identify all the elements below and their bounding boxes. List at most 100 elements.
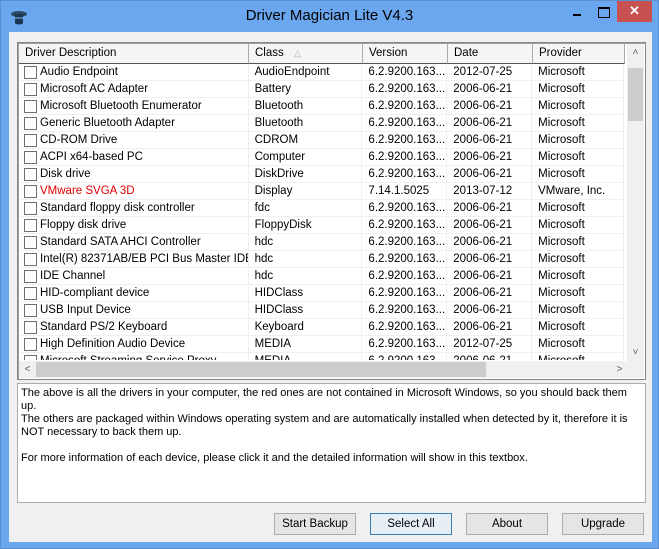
driver-date: 2006-06-21 <box>447 234 533 251</box>
column-header-version[interactable]: Version <box>363 44 448 64</box>
driver-date: 2006-06-21 <box>447 149 533 166</box>
driver-checkbox[interactable] <box>24 320 37 334</box>
driver-version: 6.2.9200.163... <box>362 353 448 360</box>
driver-row[interactable]: High Definition Audio Device MEDIA 6.2.920… <box>19 336 624 353</box>
column-header-provider[interactable]: Provider <box>533 44 625 64</box>
driver-checkbox[interactable] <box>24 235 37 249</box>
driver-row[interactable]: Floppy disk drive FloppyDisk 6.2.9200.163.… <box>19 217 624 234</box>
upgrade-button[interactable]: Upgrade <box>562 513 644 535</box>
column-header-class[interactable]: Class △ <box>249 44 363 64</box>
vertical-scroll-thumb[interactable] <box>628 68 643 121</box>
title-bar[interactable]: Driver Magician Lite V4.3 ✕ <box>1 1 658 32</box>
info-textbox[interactable]: The above is all the drivers in your com… <box>17 383 646 503</box>
driver-description: Audio Endpoint <box>19 64 249 81</box>
driver-checkbox[interactable] <box>24 269 37 283</box>
driver-version-text: 6.2.9200.163... <box>368 151 446 163</box>
minimize-button[interactable] <box>564 1 590 22</box>
driver-description: HID-compliant device <box>19 285 249 302</box>
select-all-button[interactable]: Select All <box>370 513 452 535</box>
driver-version: 6.2.9200.163... <box>362 234 448 251</box>
driver-row[interactable]: Intel(R) 82371AB/EB PCI Bus Master IDE..… <box>19 251 624 268</box>
driver-description-text: Microsoft Streaming Service Proxy <box>40 353 216 360</box>
driver-date: 2006-06-21 <box>447 319 533 336</box>
window-title: Driver Magician Lite V4.3 <box>245 7 414 24</box>
driver-description-text: Intel(R) 82371AB/EB PCI Bus Master IDE..… <box>40 253 249 265</box>
driver-class-text: Bluetooth <box>254 100 304 112</box>
driver-checkbox[interactable] <box>24 303 37 317</box>
driver-row[interactable]: CD-ROM Drive CDROM 6.2.9200.163... 2006-06-… <box>19 132 624 149</box>
driver-row[interactable]: Standard PS/2 Keyboard Keyboard 6.2.9200.1… <box>19 319 624 336</box>
driver-row[interactable]: Disk drive DiskDrive 6.2.9200.163... 2006-0… <box>19 166 624 183</box>
driver-date: 2006-06-21 <box>447 353 533 360</box>
scroll-up-icon[interactable]: ˄ <box>627 44 644 61</box>
column-header-class-label: Class <box>255 47 284 59</box>
horizontal-scrollbar[interactable]: < > <box>19 361 628 378</box>
close-icon: ✕ <box>629 3 640 18</box>
driver-checkbox[interactable] <box>24 133 37 147</box>
start-backup-button[interactable]: Start Backup <box>274 513 356 535</box>
driver-description: Standard floppy disk controller <box>19 200 249 217</box>
driver-row[interactable]: VMware SVGA 3D Display 7.14.1.5025 2013-07-… <box>19 183 624 200</box>
driver-row[interactable]: Microsoft Streaming Service Proxy MEDIA 6.… <box>19 353 624 360</box>
driver-description-text: Standard floppy disk controller <box>40 202 195 214</box>
driver-date-text: 2006-06-21 <box>453 117 513 129</box>
driver-checkbox[interactable] <box>24 167 37 181</box>
driver-provider-text: Microsoft <box>538 304 585 316</box>
driver-row[interactable]: Standard floppy disk controller fdc 6.2.92… <box>19 200 624 217</box>
driver-row[interactable]: Generic Bluetooth Adapter Bluetooth 6.2.92… <box>19 115 624 132</box>
scroll-right-icon[interactable]: > <box>611 361 628 378</box>
driver-row[interactable]: IDE Channel hdc 6.2.9200.163... 2006-06-21 M… <box>19 268 624 285</box>
scroll-left-icon[interactable]: < <box>19 361 36 378</box>
driver-date: 2012-07-25 <box>447 336 533 353</box>
driver-description-text: CD-ROM Drive <box>40 134 118 146</box>
driver-description: Floppy disk drive <box>19 217 249 234</box>
driver-date: 2006-06-21 <box>447 217 533 234</box>
driver-class-text: Display <box>254 185 293 197</box>
driver-checkbox[interactable] <box>24 252 37 266</box>
column-header-description[interactable]: Driver Description <box>19 44 249 64</box>
driver-provider-text: Microsoft <box>538 287 585 299</box>
driver-row[interactable]: ACPI x64-based PC Computer 6.2.9200.163...… <box>19 149 624 166</box>
driver-description-text: Standard SATA AHCI Controller <box>40 236 201 248</box>
driver-version: 6.2.9200.163... <box>362 132 448 149</box>
driver-checkbox[interactable] <box>24 116 37 130</box>
driver-checkbox[interactable] <box>24 82 37 96</box>
about-button[interactable]: About <box>466 513 548 535</box>
driver-provider: Microsoft <box>532 336 624 353</box>
driver-class-text: DiskDrive <box>254 168 304 180</box>
column-header-date[interactable]: Date <box>448 44 533 64</box>
driver-provider: Microsoft <box>532 285 624 302</box>
driver-checkbox[interactable] <box>24 150 37 164</box>
driver-row[interactable]: Audio Endpoint AudioEndpoint 6.2.9200.163.… <box>19 64 624 81</box>
driver-version-text: 6.2.9200.163... <box>368 321 446 333</box>
driver-checkbox[interactable] <box>24 201 37 215</box>
driver-date-text: 2006-06-21 <box>453 202 513 214</box>
driver-checkbox[interactable] <box>24 184 37 198</box>
driver-date: 2012-07-25 <box>447 64 533 81</box>
driver-version-text: 6.2.9200.163... <box>368 168 446 180</box>
driver-checkbox[interactable] <box>24 354 37 360</box>
driver-checkbox[interactable] <box>24 65 37 79</box>
driver-list[interactable]: Driver Description Class △ Version Date P… <box>17 42 646 380</box>
driver-provider-text: Microsoft <box>538 168 585 180</box>
driver-row[interactable]: HID-compliant device HIDClass 6.2.9200.163… <box>19 285 624 302</box>
driver-checkbox[interactable] <box>24 218 37 232</box>
horizontal-scroll-thumb[interactable] <box>36 362 486 377</box>
driver-checkbox[interactable] <box>24 99 37 113</box>
driver-checkbox[interactable] <box>24 337 37 351</box>
driver-row[interactable]: Standard SATA AHCI Controller hdc 6.2.9200… <box>19 234 624 251</box>
driver-row[interactable]: Microsoft AC Adapter Battery 6.2.9200.163.… <box>19 81 624 98</box>
driver-row[interactable]: Microsoft Bluetooth Enumerator Bluetooth 6… <box>19 98 624 115</box>
close-button[interactable]: ✕ <box>617 1 652 22</box>
driver-row[interactable]: USB Input Device HIDClass 6.2.9200.163... 2… <box>19 302 624 319</box>
driver-checkbox[interactable] <box>24 286 37 300</box>
maximize-button[interactable] <box>590 1 617 22</box>
vertical-scrollbar[interactable]: ˄ ˅ <box>627 44 644 362</box>
driver-version-text: 6.2.9200.163... <box>368 202 446 214</box>
driver-provider-text: Microsoft <box>538 338 585 350</box>
driver-description: Microsoft Bluetooth Enumerator <box>19 98 249 115</box>
driver-version: 7.14.1.5025 <box>362 183 448 200</box>
driver-date-text: 2006-06-21 <box>453 134 513 146</box>
driver-date: 2006-06-21 <box>447 132 533 149</box>
scroll-down-icon[interactable]: ˅ <box>627 344 644 361</box>
